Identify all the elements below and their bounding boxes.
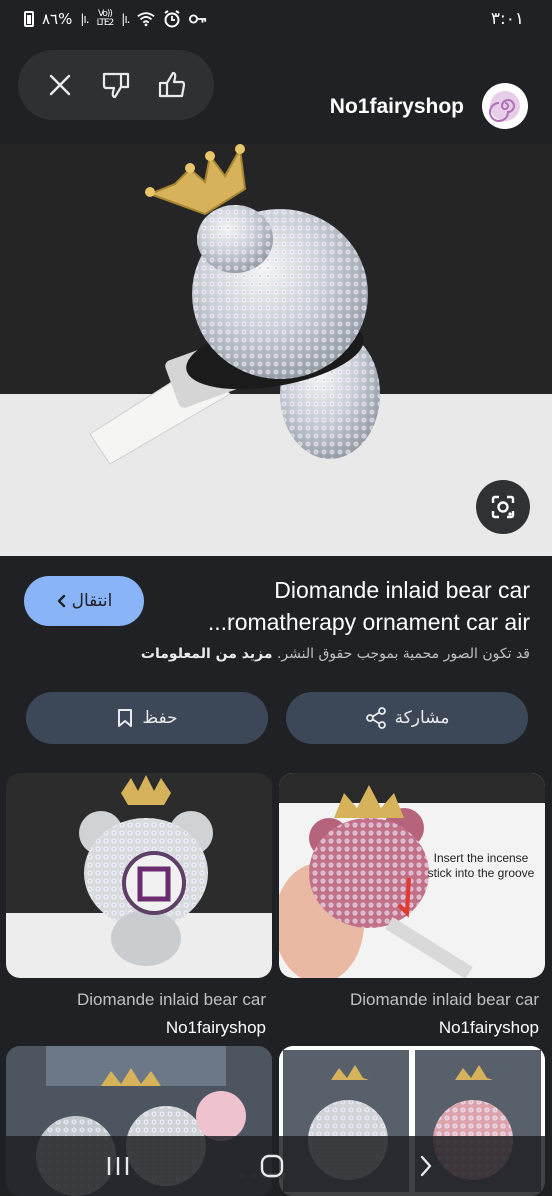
- chevron-left-icon: [57, 594, 65, 608]
- thumbs-down-icon: [102, 72, 130, 99]
- copyright-notice: قد تكون الصور محمية بموجب حقوق النشر. مز…: [22, 646, 530, 662]
- lens-icon: [491, 495, 515, 519]
- overlay-caption: Insert the incense stick into the groove: [427, 851, 535, 880]
- system-nav-bar: [0, 1136, 552, 1196]
- wifi-icon: [137, 12, 156, 27]
- alarm-icon: [163, 10, 181, 28]
- visit-button[interactable]: انتقال: [24, 576, 144, 626]
- product-photo: [0, 144, 552, 556]
- home-icon: [260, 1154, 284, 1178]
- recent-apps-icon: [107, 1157, 129, 1175]
- related-source: No1fairyshop: [438, 1018, 539, 1037]
- related-result-card[interactable]: Insert the incense stick into the groove…: [279, 773, 545, 1038]
- visit-label: انتقال: [71, 591, 113, 611]
- thumbs-up-icon: [158, 71, 186, 98]
- feedback-pill: [18, 50, 214, 120]
- thumbs-down-button[interactable]: [94, 63, 138, 107]
- chevron-right-icon: [420, 1155, 432, 1177]
- share-icon: [365, 707, 386, 729]
- related-title: Diomande inlaid bear car: [77, 990, 266, 1009]
- recent-apps-button[interactable]: [98, 1148, 138, 1184]
- key-icon: [189, 12, 207, 26]
- learn-more-link[interactable]: مزيد من المعلومات: [141, 646, 273, 662]
- bear-thumbnail: [6, 773, 272, 978]
- back-button[interactable]: [406, 1148, 446, 1184]
- signal-icon-2: |ı.: [121, 12, 130, 26]
- status-bar: ٨٦% |ı. Vo)) LTE2 |ı. ٣:٠١: [0, 0, 552, 40]
- save-button[interactable]: حفظ: [26, 692, 268, 744]
- source-avatar[interactable]: [482, 83, 528, 129]
- status-icons: ٨٦% |ı. Vo)) LTE2 |ı.: [24, 10, 207, 28]
- main-image[interactable]: [0, 144, 552, 556]
- clock: ٣:٠١: [490, 9, 524, 29]
- signal-icon: |ı.: [80, 12, 89, 26]
- bookmark-icon: [118, 709, 133, 727]
- site-logo-icon: [489, 91, 520, 122]
- thumbs-up-button[interactable]: [150, 63, 194, 107]
- related-title: Diomande inlaid bear car: [350, 990, 539, 1009]
- battery-icon: [24, 11, 34, 27]
- copyright-text: قد تكون الصور محمية بموجب حقوق النشر.: [276, 646, 530, 662]
- home-button[interactable]: [252, 1148, 292, 1184]
- battery-percent: ٨٦%: [42, 10, 73, 28]
- result-title[interactable]: Diomande inlaid bear car ...romatherapy …: [190, 574, 530, 638]
- share-button[interactable]: مشاركة: [286, 692, 528, 744]
- source-site-name[interactable]: No1fairyshop: [330, 95, 464, 119]
- close-button[interactable]: [38, 63, 82, 107]
- lens-search-button[interactable]: [476, 480, 530, 534]
- related-result-card[interactable]: Diomande inlaid bear car No1fairyshop: [6, 773, 272, 1038]
- share-label: مشاركة: [394, 708, 450, 728]
- related-source: No1fairyshop: [165, 1018, 266, 1037]
- related-thumbnail: Insert the incense stick into the groove: [279, 773, 545, 978]
- related-thumbnail: [6, 773, 272, 978]
- save-label: حفظ: [142, 708, 178, 728]
- result-title-line2: ...romatherapy ornament car air: [207, 609, 530, 635]
- lte-indicator: Vo)) LTE2: [96, 9, 115, 28]
- top-bar: No1fairyshop: [0, 50, 552, 130]
- close-icon: [49, 74, 71, 96]
- result-title-line1: Diomande inlaid bear car: [274, 577, 530, 603]
